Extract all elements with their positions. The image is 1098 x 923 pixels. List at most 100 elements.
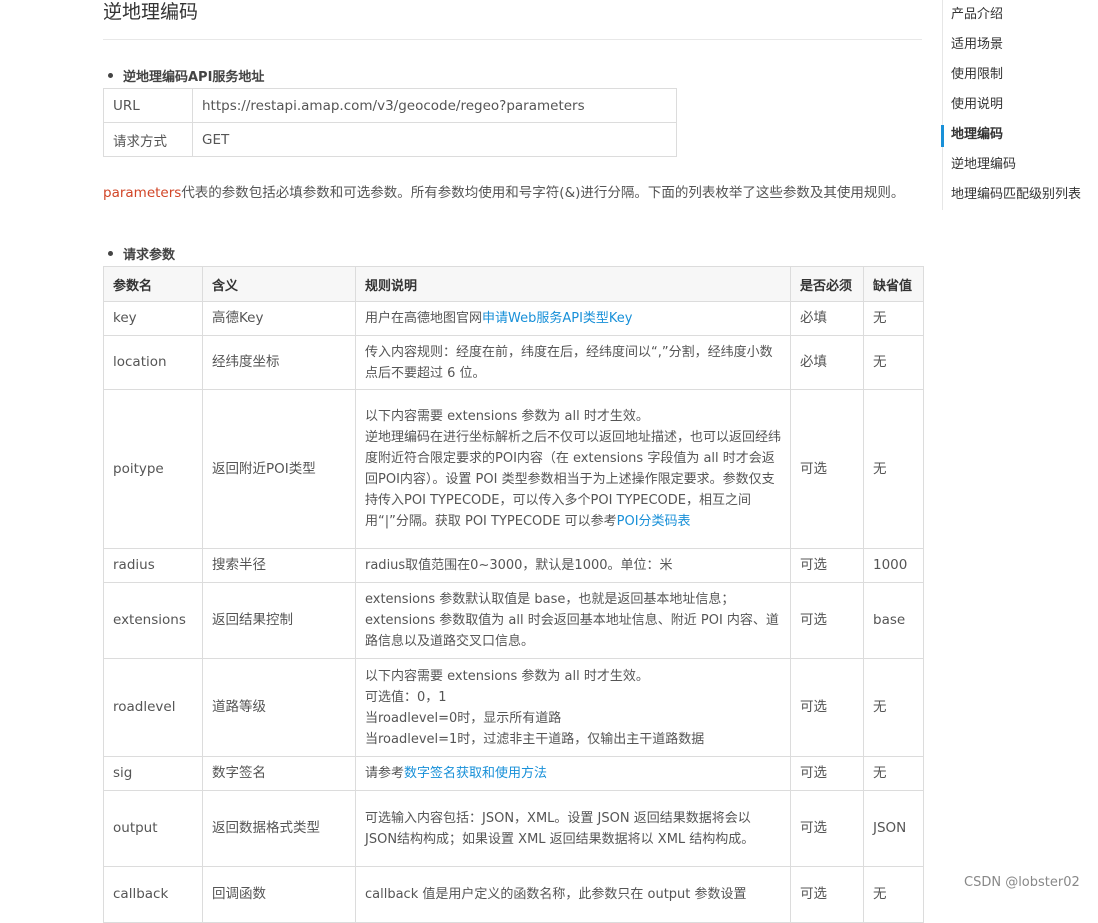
table-row: callback 回调函数 callback 值是用户定义的函数名称，此参数只在…	[103, 866, 924, 923]
param-default: 无	[863, 389, 924, 549]
column-header: 缺省值	[863, 266, 924, 302]
param-default: 无	[863, 756, 924, 791]
param-default: 无	[863, 658, 924, 757]
param-rule: 以下内容需要 extensions 参数为 all 时才生效。逆地理编码在进行坐…	[355, 389, 791, 549]
section-heading-label: 逆地理编码API服务地址	[123, 70, 265, 85]
param-meaning: 高德Key	[202, 301, 356, 336]
param-name: poitype	[103, 389, 203, 549]
param-rule: extensions 参数默认取值是 base，也就是返回基本地址信息； exte…	[355, 582, 791, 659]
section-heading-label: 请求参数	[123, 248, 176, 263]
rule-line: extensions 参数默认取值是 base，也就是返回基本地址信息；	[365, 592, 735, 607]
param-meaning: 数字签名	[202, 756, 356, 791]
signature-method-link[interactable]: 数字签名获取和使用方法	[404, 766, 547, 781]
param-meaning: 返回附近POI类型	[202, 389, 356, 549]
section-heading-service-url: 逆地理编码API服务地址	[108, 66, 264, 85]
param-default: 无	[863, 301, 924, 336]
table-cell: GET	[192, 122, 677, 157]
param-default: 无	[863, 866, 924, 923]
param-name: key	[103, 301, 203, 336]
param-meaning: 搜索半径	[202, 548, 356, 583]
intro-paragraph: parameters代表的参数包括必填参数和可选参数。所有参数均使用和号字符(&…	[103, 180, 913, 207]
rule-line: 当roadlevel=1时，过滤非主干道路，仅输出主干道路数据	[365, 731, 705, 747]
param-rule: radius取值范围在0~3000，默认是1000。单位：米	[355, 548, 791, 583]
table-row: poitype 返回附近POI类型 以下内容需要 extensions 参数为 …	[103, 389, 924, 549]
param-name: output	[103, 790, 203, 867]
intro-text: 代表的参数包括必填参数和可选参数。所有参数均使用和号字符(&)进行分隔。下面的列…	[181, 185, 905, 201]
table-cell: https://restapi.amap.com/v3/geocode/rege…	[192, 88, 677, 123]
param-rule: 传入内容规则：经度在前，纬度在后，经纬度间以“,”分割，经纬度小数点后不要超过 …	[355, 335, 791, 390]
rule-text: 用户在高德地图官网	[365, 311, 483, 326]
param-required: 必填	[790, 301, 864, 336]
parameters-highlight: parameters	[103, 185, 182, 201]
param-meaning: 道路等级	[202, 658, 356, 757]
rule-text: 请参考	[365, 766, 405, 781]
table-row: key 高德Key 用户在高德地图官网申请Web服务API类型Key 必填 无	[103, 301, 924, 336]
param-rule: 请参考数字签名获取和使用方法	[355, 756, 791, 791]
column-header: 是否必须	[790, 266, 864, 302]
toc-item-match-levels[interactable]: 地理编码匹配级别列表	[943, 180, 1098, 210]
title-divider	[103, 39, 922, 40]
table-row: output 返回数据格式类型 可选输入内容包括：JSON，XML。设置 JSO…	[103, 790, 924, 867]
param-default: 无	[863, 335, 924, 390]
rule-line: 以下内容需要 extensions 参数为 all 时才生效。	[365, 668, 649, 684]
service-table: URL https://restapi.amap.com/v3/geocode/…	[103, 88, 677, 157]
param-name: roadlevel	[103, 658, 203, 757]
param-name: callback	[103, 866, 203, 923]
table-row: URL https://restapi.amap.com/v3/geocode/…	[103, 88, 677, 123]
table-of-contents: 产品介绍 适用场景 使用限制 使用说明 地理编码 逆地理编码 地理编码匹配级别列…	[941, 0, 1098, 210]
bullet-dot	[108, 73, 113, 78]
table-cell: URL	[103, 88, 193, 123]
table-row: sig 数字签名 请参考数字签名获取和使用方法 可选 无	[103, 756, 924, 791]
param-rule: callback 值是用户定义的函数名称，此参数只在 output 参数设置	[355, 866, 791, 923]
table-row: 请求方式 GET	[103, 122, 677, 157]
table-row: location 经纬度坐标 传入内容规则：经度在前，纬度在后，经纬度间以“,”…	[103, 335, 924, 390]
toc-item-product-intro[interactable]: 产品介绍	[943, 0, 1098, 30]
param-name: radius	[103, 548, 203, 583]
column-header: 含义	[202, 266, 356, 302]
params-table: 参数名 含义 规则说明 是否必须 缺省值 key 高德Key 用户在高德地图官网…	[103, 266, 924, 923]
param-required: 可选	[790, 790, 864, 867]
param-required: 可选	[790, 582, 864, 659]
bullet-dot	[108, 251, 113, 256]
column-header: 参数名	[103, 266, 203, 302]
toc-item-use-cases[interactable]: 适用场景	[943, 30, 1098, 60]
table-row: roadlevel 道路等级 以下内容需要 extensions 参数为 all…	[103, 658, 924, 757]
param-required: 可选	[790, 548, 864, 583]
toc-item-limits[interactable]: 使用限制	[943, 60, 1098, 90]
param-meaning: 返回结果控制	[202, 582, 356, 659]
param-required: 可选	[790, 866, 864, 923]
param-required: 可选	[790, 756, 864, 791]
rule-line: 可选值：0，1	[365, 689, 447, 705]
table-cell: 请求方式	[103, 122, 193, 157]
page-title: 逆地理编码	[103, 1, 199, 23]
param-required: 可选	[790, 658, 864, 757]
table-row: radius 搜索半径 radius取值范围在0~3000，默认是1000。单位…	[103, 548, 924, 583]
param-name: extensions	[103, 582, 203, 659]
param-rule: 用户在高德地图官网申请Web服务API类型Key	[355, 301, 791, 336]
toc-item-geocode[interactable]: 地理编码	[941, 120, 1098, 150]
rule-line: 逆地理编码在进行坐标解析之后不仅可以返回地址描述，也可以返回经纬度附近符合限定要…	[365, 430, 782, 529]
param-meaning: 回调函数	[202, 866, 356, 923]
rule-line: 当roadlevel=0时，显示所有道路	[365, 710, 562, 726]
poi-code-table-link[interactable]: POI分类码表	[617, 514, 691, 529]
toc-item-usage[interactable]: 使用说明	[943, 90, 1098, 120]
param-default: 1000	[863, 548, 924, 583]
param-default: base	[863, 582, 924, 659]
param-name: location	[103, 335, 203, 390]
apply-key-link[interactable]: 申请Web服务API类型Key	[482, 311, 632, 326]
param-default: JSON	[863, 790, 924, 867]
table-header-row: 参数名 含义 规则说明 是否必须 缺省值	[103, 266, 924, 302]
param-required: 必填	[790, 335, 864, 390]
toc-item-regeocode[interactable]: 逆地理编码	[943, 150, 1098, 180]
param-rule: 可选输入内容包括：JSON，XML。设置 JSON 返回结果数据将会以JSON结…	[355, 790, 791, 867]
param-meaning: 返回数据格式类型	[202, 790, 356, 867]
table-row: extensions 返回结果控制 extensions 参数默认取值是 bas…	[103, 582, 924, 659]
rule-line: 以下内容需要 extensions 参数为 all 时才生效。	[365, 409, 649, 424]
column-header: 规则说明	[355, 266, 791, 302]
param-name: sig	[103, 756, 203, 791]
param-required: 可选	[790, 389, 864, 549]
param-rule: 以下内容需要 extensions 参数为 all 时才生效。 可选值：0，1 当r…	[355, 658, 791, 757]
rule-line: extensions 参数取值为 all 时会返回基本地址信息、附近 POI 内…	[365, 613, 779, 649]
param-meaning: 经纬度坐标	[202, 335, 356, 390]
section-heading-request-params: 请求参数	[108, 244, 175, 263]
